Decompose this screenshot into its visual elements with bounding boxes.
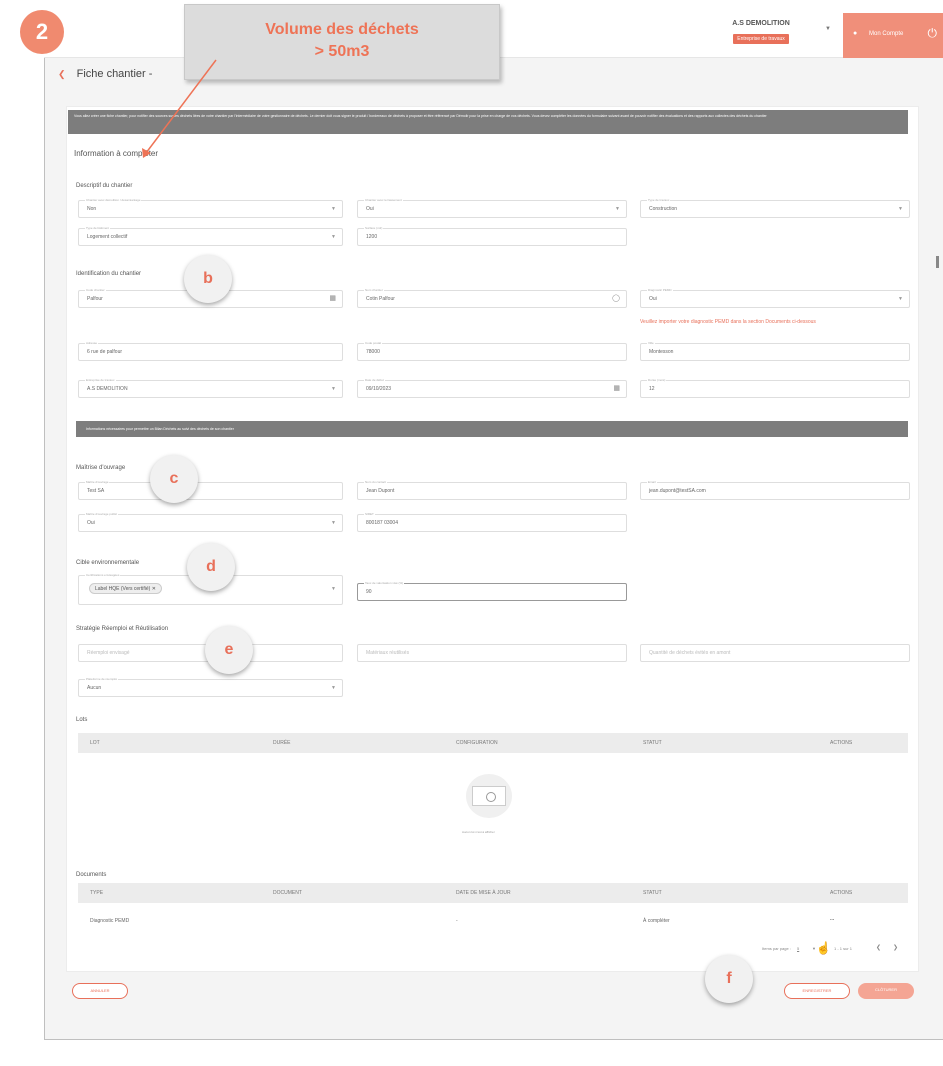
annotation-e: e (205, 626, 253, 674)
callout-arrow (142, 59, 217, 158)
annotation-c: c (150, 455, 198, 503)
annotation-f: f (705, 955, 753, 1003)
annotation-d: d (187, 543, 235, 591)
annotation-b: b (184, 255, 232, 303)
